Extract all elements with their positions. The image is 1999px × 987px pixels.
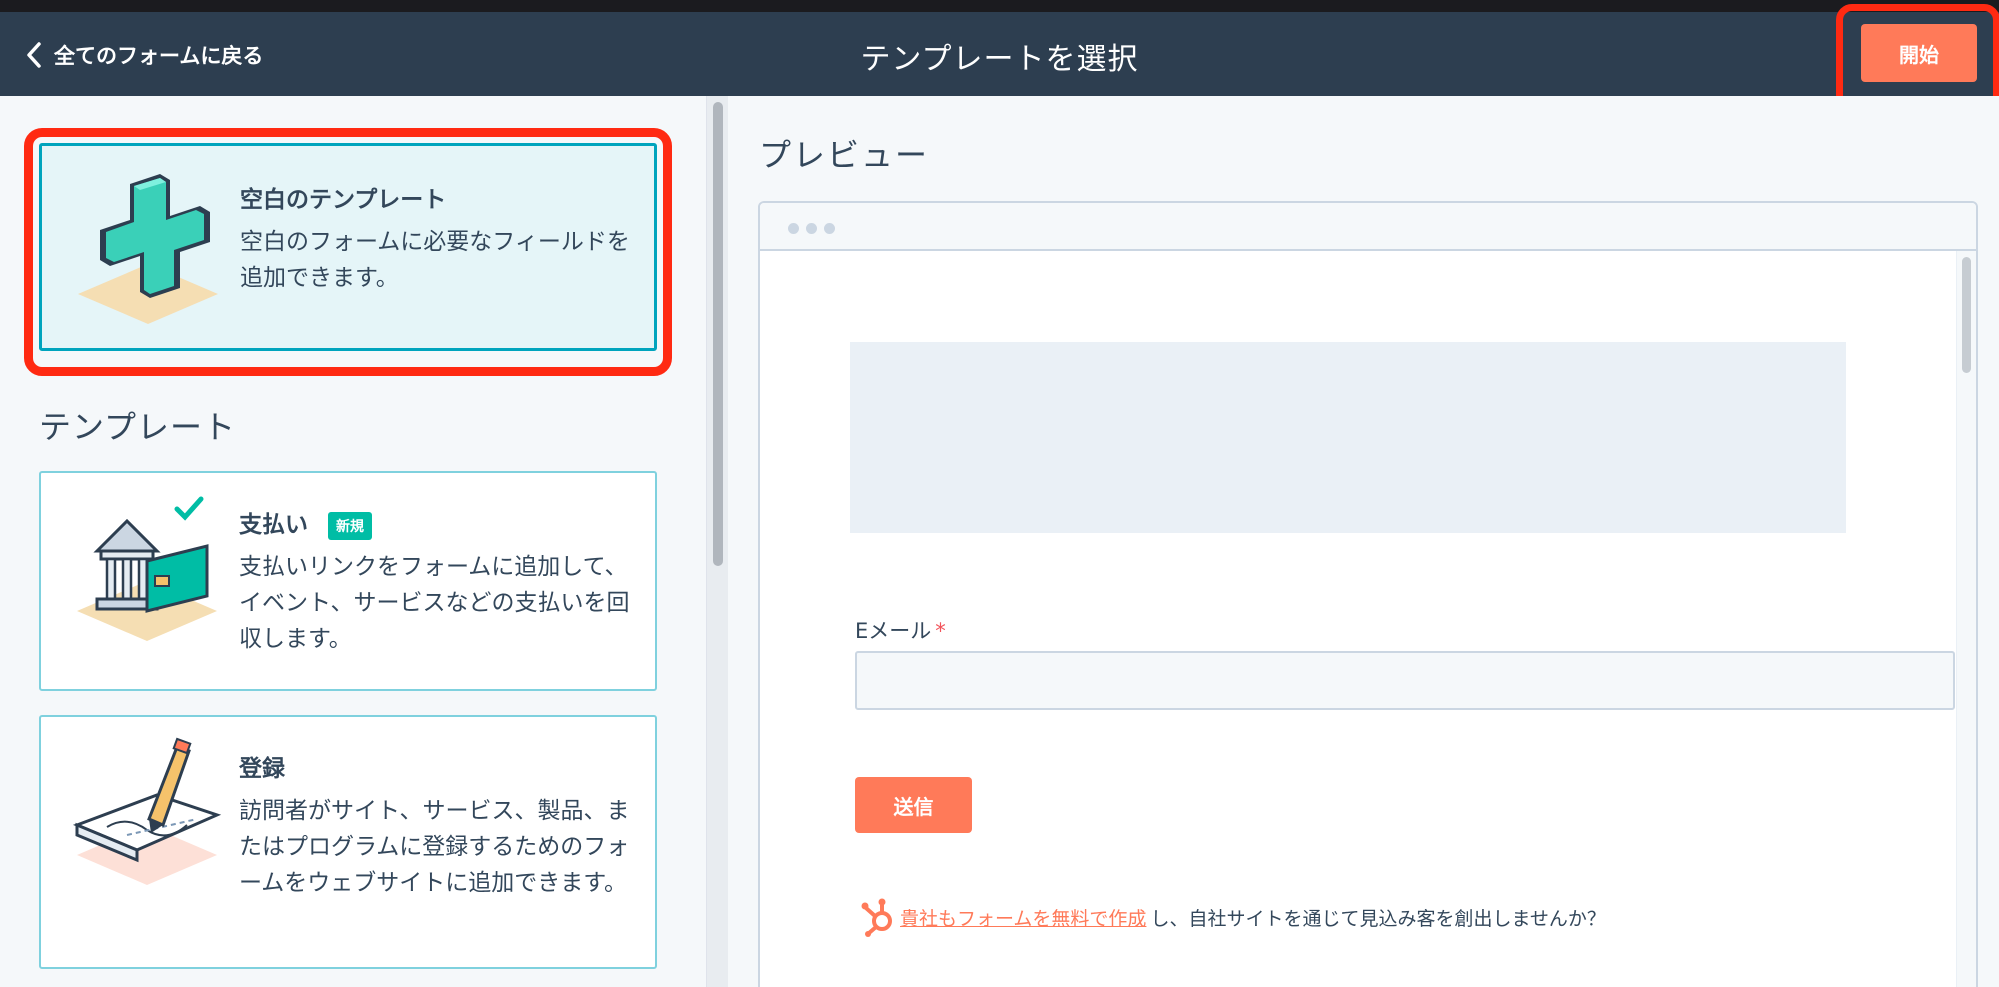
preview-scrollbar-thumb[interactable]: [1962, 257, 1971, 373]
start-button[interactable]: 開始: [1861, 24, 1977, 82]
footer-promo: 貴社もフォームを無料で作成 し、自社サイトを通じて見込み客を創出しませんか？: [860, 897, 1606, 937]
registration-template-title: 登録: [239, 756, 285, 782]
payment-template-card[interactable]: 支払い 新規 支払いリンクをフォームに追加して、イベント、サービスなどの支払いを…: [39, 471, 657, 691]
form-header-placeholder: [850, 342, 1846, 533]
email-field-label: Eメール *: [855, 615, 946, 645]
bank-card-icon: [77, 496, 217, 641]
browser-dot-icon: [806, 223, 817, 234]
browser-dot-icon: [824, 223, 835, 234]
signature-pen-icon: [72, 737, 222, 885]
window-top-strip: [0, 0, 1999, 12]
submit-button[interactable]: 送信: [855, 777, 972, 833]
blank-template-highlight: [24, 128, 672, 376]
payment-template-description: 支払いリンクをフォームに追加して、イベント、サービスなどの支払いを回収します。: [239, 554, 630, 652]
payment-template-title: 支払い: [239, 512, 308, 538]
page-title: テンプレートを選択: [860, 42, 1139, 77]
hubspot-sprocket-icon: [861, 898, 892, 937]
email-label-text: Eメール: [855, 619, 932, 643]
browser-toolbar: [760, 203, 1976, 251]
registration-template-card[interactable]: 登録 訪問者がサイト、サービス、製品、またはプログラムに登録するためのフォームを…: [39, 715, 657, 969]
preview-scrollbar[interactable]: [1956, 251, 1976, 987]
footer-promo-link[interactable]: 貴社もフォームを無料で作成: [900, 904, 1146, 931]
footer-promo-text: し、自社サイトを通じて見込み客を創出しませんか？: [1150, 907, 1606, 930]
top-navigation-bar: 全てのフォームに戻る テンプレートを選択: [0, 12, 1999, 96]
email-field[interactable]: [855, 651, 1955, 710]
new-badge: 新規: [328, 511, 373, 540]
browser-dot-icon: [788, 223, 799, 234]
left-panel-scrollbar[interactable]: [706, 96, 728, 987]
templates-heading: テンプレート: [39, 408, 237, 446]
preview-browser-frame: [758, 201, 1978, 987]
preview-heading: プレビュー: [759, 136, 930, 174]
left-scrollbar-thumb[interactable]: [713, 102, 723, 566]
registration-template-description: 訪問者がサイト、サービス、製品、またはプログラムに登録するためのフォームをウェブ…: [239, 798, 630, 896]
required-mark: *: [935, 619, 946, 643]
